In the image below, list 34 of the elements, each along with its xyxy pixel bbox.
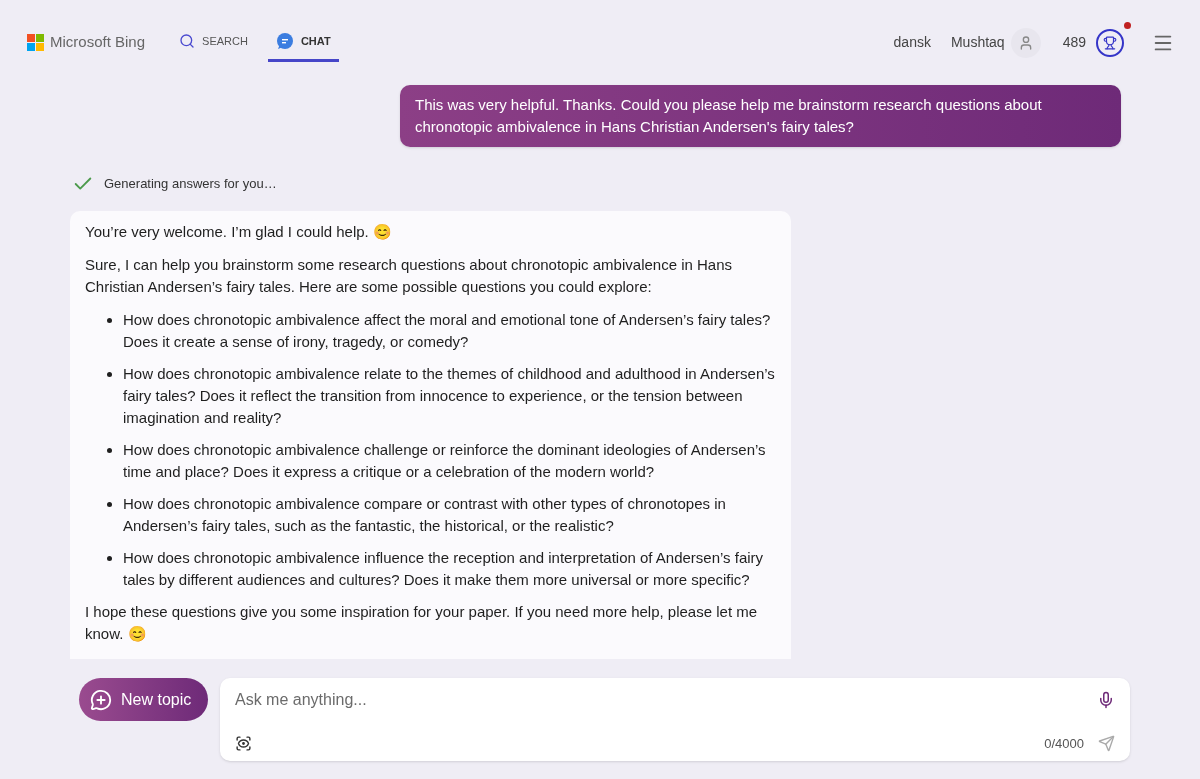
points-count: 489 xyxy=(1062,33,1086,52)
bullet-icon xyxy=(107,318,112,323)
new-topic-button[interactable]: New topic xyxy=(79,678,208,721)
answer-text: You’re very welcome. I’m glad I could help. 😊 xyxy=(85,222,393,242)
trophy-icon xyxy=(1103,35,1117,50)
answer-bullet-text: How does chronotopic ambivalence relate to the themes of childhood and adulthood in Andersen’s fairy tales? Does it reflect the transition from innocence to experience, or the tension between imagination and reality? xyxy=(123,364,776,428)
nav-tab[interactable]: CHAT xyxy=(267,23,339,62)
bullet-icon xyxy=(107,372,112,377)
answer-text: I hope these questions give you some inspiration for your paper. If you need more help, please let me know. 😊 xyxy=(85,602,759,644)
status-text: Generating answers for you… xyxy=(104,175,277,194)
bullet-icon xyxy=(107,448,112,453)
answer-bullet-text: How does chronotopic ambivalence challenge or reinforce the dominant ideologies of Andersen’s time and place? Does it express a critique or a celebration of the modern world? xyxy=(123,440,767,482)
user-name[interactable]: Mushtaq xyxy=(950,32,1005,53)
bullet-icon xyxy=(107,556,112,561)
microphone-icon[interactable] xyxy=(1097,691,1115,709)
answer-text: Sure, I can help you brainstorm some research questions about chronotopic ambivalence in Hans Christian Andersen’s fairy tales. Here are some possible questions you could explore: xyxy=(85,255,734,297)
user-message: This was very helpful. Thanks. Could you please help me brainstorm research questions about chronotopic ambivalence in Hans Christian Andersen's fairy tales? xyxy=(400,85,1121,147)
chat-bubble-icon xyxy=(275,32,294,50)
brand-name: Microsoft Bing xyxy=(50,32,146,53)
rewards-button[interactable] xyxy=(1096,28,1124,57)
answer-bullet-text: How does chronotopic ambivalence affect the moral and emotional tone of Andersen’s fairy tales? Does it create a sense of irony, tragedy, or comedy? xyxy=(123,310,772,352)
bullet-icon xyxy=(107,502,112,507)
chat-add-icon xyxy=(90,688,112,711)
nav-tab[interactable]: SEARCH xyxy=(171,23,256,62)
composer-field[interactable]: Ask me anything... 0/4000 xyxy=(220,678,1130,761)
search-icon xyxy=(179,33,196,49)
language-link[interactable]: dansk xyxy=(893,32,931,53)
logo-icon xyxy=(27,34,44,51)
character-counter: 0/4000 xyxy=(1044,734,1084,753)
avatar-icon[interactable] xyxy=(1010,27,1041,58)
camera-scan-icon[interactable] xyxy=(235,734,252,752)
answer-bullet-text: How does chronotopic ambivalence influence the reception and interpretation of Andersen’s fairy tales by different audiences and cultures? Does it make them more universal or more specific? xyxy=(123,548,765,590)
chat-input[interactable]: Ask me anything... xyxy=(235,688,1097,712)
answer-bullet-text: How does chronotopic ambivalence compare or contrast with other types of chronotopes in Andersen’s fairy tales, such as the fantastic, the historical, or the realistic? xyxy=(123,494,727,536)
